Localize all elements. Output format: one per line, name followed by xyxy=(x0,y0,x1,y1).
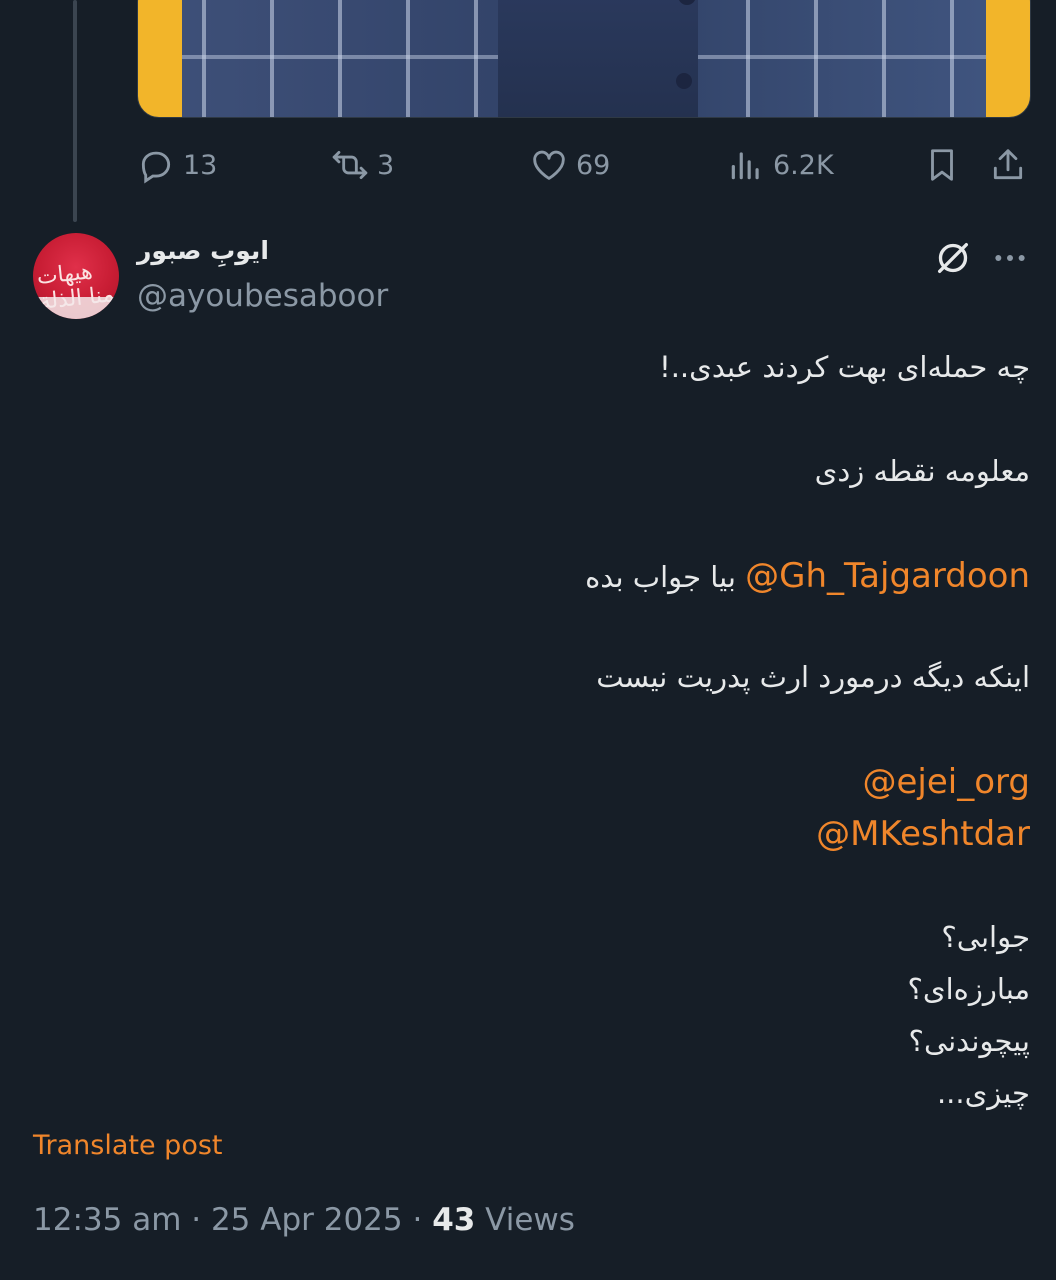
analytics-icon xyxy=(731,152,759,180)
post-timestamp[interactable]: 12:35 am · 25 Apr 2025 · xyxy=(33,1202,432,1238)
post-line-text: بیا جواب بده xyxy=(585,560,736,594)
post-line: چیزی... xyxy=(936,1076,1030,1110)
avatar-band xyxy=(33,297,119,319)
post-line: پیچوندنی؟ xyxy=(908,1024,1030,1058)
author-display-name[interactable]: ایوبِ صبور xyxy=(137,236,269,265)
share-icon xyxy=(993,149,1023,180)
repost-button[interactable]: 3 xyxy=(331,140,394,190)
thread-connector-line xyxy=(73,0,77,222)
mention-link[interactable]: @Gh_Tajgardoon xyxy=(745,556,1030,596)
more-options-icon[interactable] xyxy=(990,238,1030,278)
post-line: معلومه نقطه زدی xyxy=(814,454,1030,488)
views-label: Views xyxy=(475,1202,575,1238)
previous-post-action-bar: 13 3 69 6.2K xyxy=(137,140,1029,190)
post-line: مبارزه‌ای؟ xyxy=(907,972,1030,1006)
avatar-calligraphy: هیهات منا الذلة xyxy=(35,259,116,315)
post-line: چه حمله‌ای بهت کردند عبدی..! xyxy=(659,350,1030,384)
shirt-placket xyxy=(498,0,698,117)
reply-icon xyxy=(141,151,171,184)
post-metadata: 12:35 am · 25 Apr 2025 · 43 Views xyxy=(33,1202,575,1238)
post-line-mention: @Gh_Tajgardoon بیا جواب بده xyxy=(585,556,1030,596)
like-button[interactable]: 69 xyxy=(530,140,610,190)
views-count: 6.2K xyxy=(773,149,834,181)
bookmark-icon xyxy=(931,149,953,181)
bookmark-button[interactable] xyxy=(923,140,961,190)
author-handle[interactable]: @ayoubesaboor xyxy=(137,278,388,314)
reply-button[interactable]: 13 xyxy=(137,140,217,190)
reply-count: 13 xyxy=(183,149,218,181)
views-count: 43 xyxy=(432,1202,476,1238)
heart-icon xyxy=(533,150,565,180)
repost-count: 3 xyxy=(377,149,395,181)
views-button[interactable]: 6.2K xyxy=(727,140,834,190)
shirt-button xyxy=(676,73,692,89)
translate-post-link[interactable]: Translate post xyxy=(33,1130,223,1161)
like-count: 69 xyxy=(576,149,611,181)
post-line: جوابی؟ xyxy=(941,920,1030,954)
avatar[interactable]: هیهات منا الذلة xyxy=(33,233,119,319)
mention-link[interactable]: @MKeshtdar xyxy=(816,814,1030,854)
post-line: اینکه دیگه درمورد ارث پدریت نیست xyxy=(596,660,1030,694)
repost-icon xyxy=(332,150,368,180)
mention-link[interactable]: @ejei_org xyxy=(863,762,1031,802)
grok-icon[interactable] xyxy=(933,238,973,278)
share-button[interactable] xyxy=(989,140,1027,190)
post-media-image[interactable] xyxy=(137,0,1031,118)
